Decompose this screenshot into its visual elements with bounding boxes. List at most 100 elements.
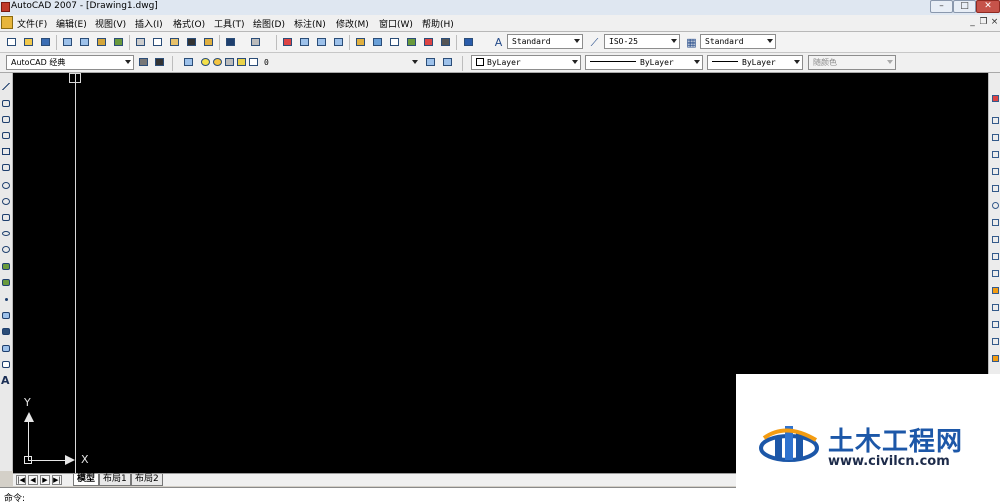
mdi-restore-button[interactable]: ❐ [979, 17, 988, 28]
plot-icon[interactable] [60, 35, 75, 49]
menu-edit[interactable]: 编辑(E) [56, 17, 87, 30]
minimize-button[interactable]: – [930, 0, 953, 13]
publish-icon[interactable] [94, 35, 109, 49]
dim-style-select[interactable]: ISO-25 [604, 34, 680, 49]
last-tab-button[interactable]: ▶| [52, 475, 62, 485]
fillet-icon[interactable] [990, 336, 1000, 347]
dim-style-icon[interactable]: ⟋ [588, 36, 601, 49]
new-file-icon[interactable] [4, 35, 19, 49]
rectangle-icon[interactable] [1, 146, 11, 157]
zoom-window-icon[interactable] [314, 35, 329, 49]
multiline-text-icon[interactable]: A [1, 374, 10, 387]
revision-cloud-icon[interactable] [1, 196, 11, 207]
ellipse-arc-icon[interactable] [1, 244, 11, 255]
scale-icon[interactable] [990, 217, 1000, 228]
rotate-icon[interactable] [990, 200, 1000, 211]
first-tab-button[interactable]: |◀ [16, 475, 26, 485]
menu-format[interactable]: 格式(O) [173, 17, 205, 30]
save-workspace-icon[interactable] [152, 55, 167, 69]
paste-icon[interactable] [167, 35, 182, 49]
document-icon[interactable] [1, 16, 13, 29]
polyline-icon[interactable] [1, 114, 11, 125]
trim-icon[interactable] [990, 251, 1000, 262]
save-icon[interactable] [38, 35, 53, 49]
layer-previous-icon[interactable] [440, 55, 455, 69]
color-select[interactable]: ByLayer [471, 55, 581, 70]
mdi-close-button[interactable]: × [990, 17, 999, 28]
sheet-set-icon[interactable] [404, 35, 419, 49]
break-icon[interactable] [990, 285, 1000, 296]
point-icon[interactable] [1, 294, 11, 305]
menu-insert[interactable]: 插入(I) [135, 17, 163, 30]
menu-file[interactable]: 文件(F) [17, 17, 47, 30]
lineweight-select[interactable]: ByLayer [707, 55, 803, 70]
make-object-layer-current-icon[interactable] [423, 55, 438, 69]
previous-tab-button[interactable]: ◀ [28, 475, 38, 485]
linetype-select[interactable]: ByLayer [585, 55, 703, 70]
workspace-select[interactable]: AutoCAD 经典 [6, 55, 134, 70]
spline-icon[interactable] [1, 212, 11, 223]
maximize-button[interactable]: □ [953, 0, 976, 13]
markup-icon[interactable] [421, 35, 436, 49]
redo-icon[interactable] [248, 35, 263, 49]
block-editor-icon[interactable] [201, 35, 216, 49]
zoom-previous-icon[interactable] [331, 35, 346, 49]
copy-object-icon[interactable] [990, 115, 1000, 126]
next-tab-button[interactable]: ▶ [40, 475, 50, 485]
pan-icon[interactable] [280, 35, 295, 49]
3d-dwf-icon[interactable] [111, 35, 126, 49]
explode-icon[interactable] [990, 353, 1000, 364]
menu-tools[interactable]: 工具(T) [214, 17, 245, 30]
table-style-select[interactable]: Standard [700, 34, 776, 49]
close-button[interactable]: ✕ [976, 0, 1000, 13]
construction-line-icon[interactable] [1, 98, 11, 109]
stretch-icon[interactable] [990, 234, 1000, 245]
plot-preview-icon[interactable] [77, 35, 92, 49]
zoom-realtime-icon[interactable] [297, 35, 312, 49]
mirror-icon[interactable] [990, 132, 1000, 143]
layer-manager-icon[interactable] [181, 55, 196, 69]
tab-model[interactable]: 模型 [73, 474, 100, 486]
workspace-settings-icon[interactable] [136, 55, 151, 69]
menu-window[interactable]: 窗口(W) [379, 17, 413, 30]
calculator-icon[interactable] [438, 35, 453, 49]
tab-layout1[interactable]: 布局1 [99, 474, 131, 486]
help-icon[interactable] [461, 35, 476, 49]
extend-icon[interactable] [990, 268, 1000, 279]
properties-icon[interactable] [353, 35, 368, 49]
ellipse-icon[interactable] [1, 228, 11, 239]
copy-icon[interactable] [150, 35, 165, 49]
menu-modify[interactable]: 修改(M) [336, 17, 369, 30]
chamfer-icon[interactable] [990, 319, 1000, 330]
tab-layout2[interactable]: 布局2 [131, 474, 163, 486]
region-icon[interactable] [1, 343, 11, 354]
undo-icon[interactable] [223, 35, 238, 49]
join-icon[interactable] [990, 302, 1000, 313]
menu-view[interactable]: 视图(V) [95, 17, 126, 30]
arc-icon[interactable] [1, 162, 11, 173]
circle-icon[interactable] [1, 180, 11, 191]
open-file-icon[interactable] [21, 35, 36, 49]
polygon-icon[interactable] [1, 130, 11, 141]
line-icon[interactable] [1, 81, 11, 92]
table-icon[interactable] [1, 359, 11, 370]
move-icon[interactable] [990, 183, 1000, 194]
table-style-icon[interactable]: ▦ [685, 36, 698, 49]
mdi-minimize-button[interactable]: _ [968, 17, 977, 28]
menu-dimension[interactable]: 标注(N) [294, 17, 326, 30]
erase-icon[interactable] [990, 93, 1000, 104]
match-properties-icon[interactable] [184, 35, 199, 49]
design-center-icon[interactable] [370, 35, 385, 49]
gradient-icon[interactable] [1, 326, 11, 337]
text-style-icon[interactable]: A [492, 36, 505, 49]
insert-block-icon[interactable] [1, 261, 11, 272]
menu-help[interactable]: 帮助(H) [422, 17, 454, 30]
make-block-icon[interactable] [1, 277, 11, 288]
cut-icon[interactable] [133, 35, 148, 49]
layer-select[interactable]: 0 [259, 55, 421, 70]
menu-draw[interactable]: 绘图(D) [253, 17, 285, 30]
tool-palettes-icon[interactable] [387, 35, 402, 49]
hatch-icon[interactable] [1, 310, 11, 321]
offset-icon[interactable] [990, 149, 1000, 160]
text-style-select[interactable]: Standard [507, 34, 583, 49]
